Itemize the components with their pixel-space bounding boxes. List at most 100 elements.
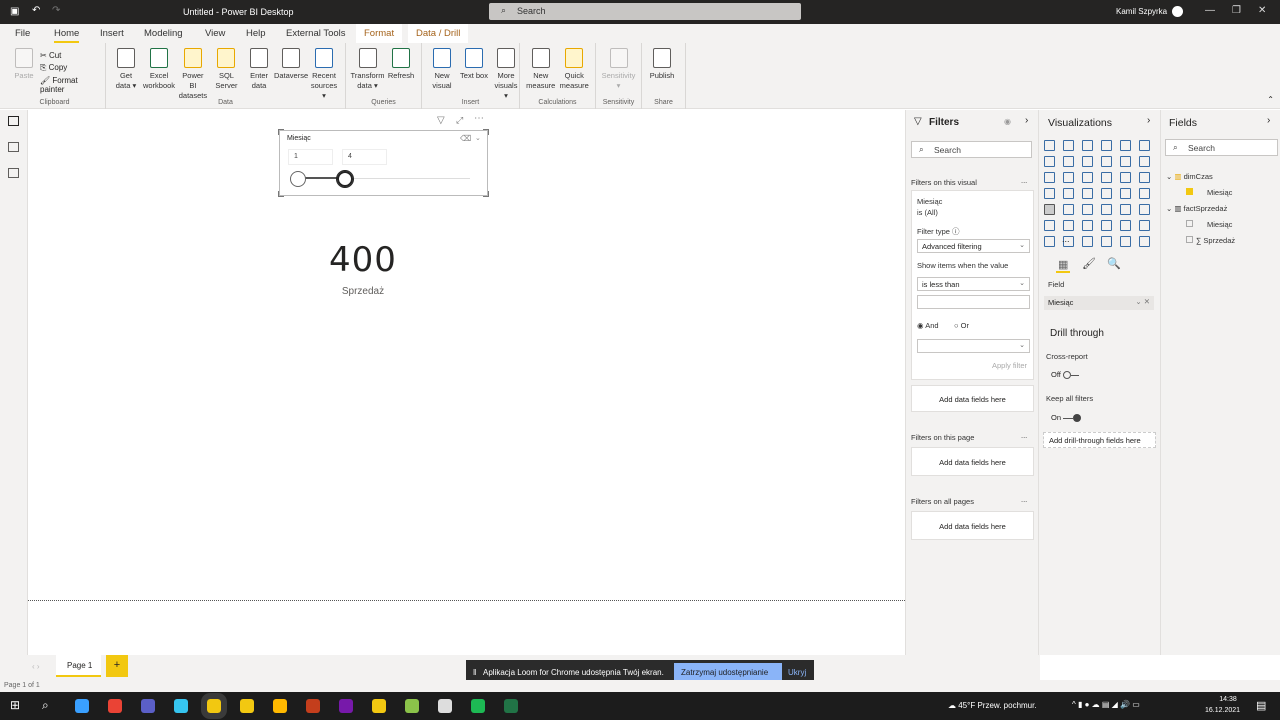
taskbar-app-icon[interactable] <box>471 699 485 713</box>
visual-type-icon[interactable] <box>1139 188 1150 199</box>
visual-type-icon[interactable] <box>1063 172 1074 183</box>
analytics-tab-icon[interactable]: 🔍 <box>1107 257 1121 270</box>
visual-type-icon[interactable] <box>1044 220 1055 231</box>
add-visual-fields-dropzone[interactable]: Add data fields here <box>911 385 1034 412</box>
condition-value-input[interactable] <box>917 295 1030 309</box>
visual-type-icon[interactable] <box>1120 156 1131 167</box>
more-options-icon[interactable]: ⋯ <box>474 113 484 124</box>
undo-icon[interactable]: ↶ <box>32 5 40 16</box>
visual-type-icon[interactable] <box>1063 220 1074 231</box>
table-dimczas[interactable]: ⌄ ▥ dimCzas <box>1166 172 1213 181</box>
resize-handle[interactable] <box>278 129 284 135</box>
visual-type-icon[interactable] <box>1120 172 1131 183</box>
add-page-button[interactable]: + <box>106 655 128 677</box>
collapse-icon[interactable]: › <box>1025 115 1028 126</box>
tab-modeling[interactable]: Modeling <box>144 28 183 39</box>
taskbar-app-icon[interactable] <box>504 699 518 713</box>
taskbar-app-icon[interactable] <box>174 699 188 713</box>
tab-external-tools[interactable]: External Tools <box>286 28 346 39</box>
avatar[interactable] <box>1172 6 1183 17</box>
tab-view[interactable]: View <box>205 28 225 39</box>
eye-icon[interactable]: ◉ <box>1004 117 1011 126</box>
visual-type-icon[interactable] <box>1063 140 1074 151</box>
visual-type-icon[interactable] <box>1082 156 1093 167</box>
visual-type-icon[interactable] <box>1044 188 1055 199</box>
visual-type-icon[interactable] <box>1101 188 1112 199</box>
collapse-ribbon-icon[interactable]: ⌃ <box>1267 95 1274 104</box>
taskbar-app-icon[interactable] <box>201 693 227 719</box>
collapse-icon[interactable]: › <box>1147 115 1150 126</box>
more-icon[interactable]: ... <box>1021 431 1027 440</box>
condition-dropdown[interactable]: is less than ⌄ <box>917 277 1030 291</box>
field-well-item[interactable]: Miesiąc ⌄ ✕ <box>1044 296 1154 310</box>
drill-through-dropzone[interactable]: Add drill-through fields here <box>1043 432 1156 448</box>
slicer-visual[interactable]: Miesiąc ⌫ ⌄ 1 4 <box>278 129 489 197</box>
visual-type-icon[interactable] <box>1120 140 1131 151</box>
slider-max-handle[interactable] <box>335 170 354 188</box>
visual-type-icon[interactable] <box>1082 172 1093 183</box>
visual-type-icon[interactable] <box>1101 156 1112 167</box>
report-view-icon[interactable] <box>8 116 19 126</box>
visual-type-icon[interactable] <box>1139 140 1150 151</box>
visual-type-icon[interactable] <box>1044 140 1055 151</box>
fields-search[interactable]: ⌕ Search <box>1165 139 1278 156</box>
tab-help[interactable]: Help <box>246 28 266 39</box>
cross-report-toggle[interactable]: Off <box>1051 370 1079 380</box>
model-view-icon[interactable] <box>8 168 19 178</box>
weather-widget[interactable]: ☁ 45°F Przew. pochmur. <box>948 701 1037 710</box>
visual-type-icon[interactable] <box>1082 220 1093 231</box>
visual-type-icon[interactable] <box>1139 220 1150 231</box>
page-nav-arrows[interactable]: ‹ › <box>32 662 40 671</box>
visual-type-icon[interactable] <box>1082 204 1093 215</box>
user-name[interactable]: Kamil Szpyrka <box>1116 7 1167 16</box>
visual-type-icon[interactable] <box>1082 236 1093 247</box>
format-tab-icon[interactable]: 🖌 <box>1082 257 1096 270</box>
and-radio[interactable]: ◉ And <box>917 321 939 330</box>
taskbar-app-icon[interactable] <box>75 699 89 713</box>
close-icon[interactable]: ✕ <box>1258 5 1266 16</box>
visual-type-icon[interactable] <box>1120 236 1131 247</box>
taskbar-app-icon[interactable] <box>240 699 254 713</box>
filters-search[interactable]: ⌕ Search <box>911 141 1032 158</box>
more-icon[interactable]: ... <box>1021 176 1027 185</box>
visual-type-icon[interactable] <box>1063 156 1074 167</box>
checkbox[interactable] <box>1186 220 1193 227</box>
field-item[interactable]: Miesiąc <box>1186 220 1232 229</box>
save-icon[interactable]: ▣ <box>10 6 19 17</box>
more-visuals-icon[interactable]: ... <box>1062 234 1070 244</box>
copy-button[interactable]: ⎘ Copy <box>40 63 101 73</box>
resize-handle[interactable] <box>483 129 489 135</box>
filter-card[interactable]: Miesiąc is (All) Filter type ⓘ Advanced … <box>911 190 1034 380</box>
collapse-icon[interactable]: › <box>1267 115 1270 126</box>
visual-type-icon[interactable] <box>1044 204 1055 215</box>
slicer-max-input[interactable]: 4 <box>342 149 387 165</box>
taskbar-app-icon[interactable] <box>306 699 320 713</box>
checkbox[interactable] <box>1186 236 1193 243</box>
or-radio[interactable]: ○ Or <box>954 321 969 330</box>
visual-type-icon[interactable] <box>1044 236 1055 247</box>
tab-home[interactable]: Home <box>54 28 80 43</box>
search-icon[interactable]: ⌕ <box>42 698 49 713</box>
clock-date[interactable]: 16.12.2021 <box>1205 707 1240 714</box>
search-input[interactable]: ⌕ Search <box>489 3 801 20</box>
taskbar-app-icon[interactable] <box>405 699 419 713</box>
taskbar-app-icon[interactable] <box>372 699 386 713</box>
visual-type-icon[interactable] <box>1082 188 1093 199</box>
taskbar-app-icon[interactable] <box>141 699 155 713</box>
taskbar-app-icon[interactable] <box>339 699 353 713</box>
page-tab[interactable]: Page 1 <box>56 655 101 677</box>
tab-insert[interactable]: Insert <box>100 28 124 39</box>
taskbar-app-icon[interactable] <box>438 699 452 713</box>
add-page-fields-dropzone[interactable]: Add data fields here <box>911 447 1034 476</box>
notifications-icon[interactable]: ▤ <box>1256 699 1266 712</box>
tab-file[interactable]: File <box>15 28 30 39</box>
visual-type-icon[interactable] <box>1063 204 1074 215</box>
table-factsprzedaz[interactable]: ⌄ ▥ factSprzedaż <box>1166 204 1227 213</box>
windows-start-icon[interactable]: ⊞ <box>10 698 20 712</box>
keep-filters-toggle[interactable]: On <box>1051 413 1082 423</box>
format-painter-button[interactable]: 🖌 Format painter <box>40 76 101 94</box>
visual-type-icon[interactable] <box>1101 236 1112 247</box>
taskbar-app-icon[interactable] <box>108 699 122 713</box>
taskbar-app-icon[interactable] <box>273 699 287 713</box>
chevron-down-icon[interactable]: ⌄ <box>475 134 481 142</box>
